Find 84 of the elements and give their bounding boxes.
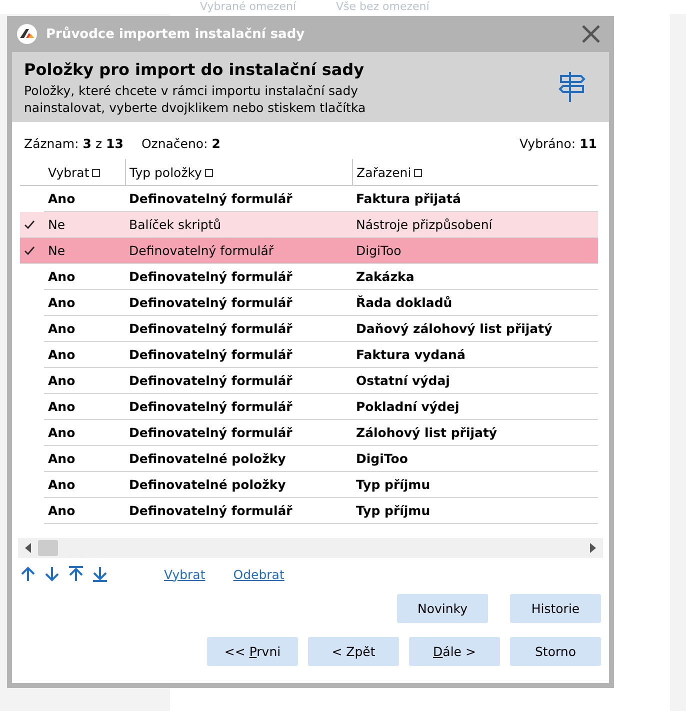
record-total: 13 [106,136,124,151]
table-cell: Definovatelný formulář [125,420,352,446]
table-cell: Daňový zálohový list přijatý [352,316,598,342]
background-label: Vybrané omezení [200,0,296,14]
table-cell: Ano [44,446,125,472]
table-cell: Nástroje přizpůsobení [352,212,598,238]
table-cell: Definovatelné položky [125,472,352,498]
action-link[interactable]: Odebrat [233,566,284,582]
record-label: Záznam: [24,136,79,151]
marked-label: Označeno: [141,136,208,151]
header-description: Položky, které chcete v rámci importu instalační sady [24,82,360,99]
close-icon[interactable] [581,24,601,44]
header-description: nainstalovat, vyberte dvojklikem nebo stiskem tlačítka [24,99,367,116]
table-cell: Typ příjmu [352,498,598,524]
column-header[interactable]: Vybrat [44,159,125,186]
table-cell: Ano [44,472,125,498]
table-row[interactable]: Ano Definovatelné položky Typ příjmu [20,472,598,498]
table-cell: Ostatní výdaj [352,368,598,394]
table-row[interactable]: Ne Definovatelný formulář DigiToo [20,238,598,264]
selected-label: Vybráno: [519,136,576,151]
table-cell: Definovatelný formulář [125,498,352,524]
table-cell: Faktura vydaná [352,342,598,368]
table-row[interactable]: Ano Definovatelné položky DigiToo [20,446,598,472]
table-cell: Ano [44,264,125,290]
table-cell: Definovatelný formulář [125,394,352,420]
wizard-button[interactable]: Storno [510,637,601,666]
record-of-label: z [95,136,102,151]
table-row[interactable]: Ano Definovatelný formulář Zálohový list přijatý [20,420,598,446]
arrow-to-top-icon[interactable] [68,566,84,582]
table-cell: Zakázka [352,264,598,290]
arrow-down-icon[interactable] [44,566,60,582]
table-cell: Balíček skriptů [125,212,352,238]
window-title: Průvodce importem instalační sady [46,26,306,42]
column-header[interactable]: Typ položky [125,159,352,186]
table-cell: DigiToo [352,446,598,472]
table-cell: Zálohový list přijatý [352,420,598,446]
dialog-button[interactable]: Historie [510,594,601,623]
app-logo-icon [16,23,38,45]
table-cell: Definovatelný formulář [125,238,352,264]
table-cell: Ano [44,394,125,420]
scroll-right-icon[interactable] [589,543,597,553]
scroll-left-icon[interactable] [24,543,32,553]
table-cell: Ano [44,316,125,342]
table-cell: Definovatelný formulář [125,316,352,342]
record-value: 3 [82,136,92,151]
table-cell: Ano [44,498,125,524]
wizard-button[interactable]: << Prvni [207,637,298,666]
table-cell: Ano [44,342,125,368]
table-row[interactable]: Ano Definovatelný formulář Daňový zálohový list přijatý [20,316,598,342]
arrow-up-icon[interactable] [20,566,36,582]
table-cell: Typ příjmu [352,472,598,498]
column-header[interactable]: Zařazeni [352,159,598,186]
wizard-button[interactable]: Dále > [409,637,500,666]
table-row[interactable]: Ano Definovatelný formulář Typ příjmu [20,498,598,524]
table-row[interactable]: Ano Definovatelný formulář Faktura vydaná [20,342,598,368]
table-row[interactable]: Ne Balíček skriptů Nástroje přizpůsobení [20,212,598,238]
table-row[interactable]: Ano Definovatelný formulář Pokladní výdej [20,394,598,420]
table-cell: Definovatelný formulář [125,290,352,316]
table-cell: Ano [44,290,125,316]
background-label: Vše bez omezení [336,0,430,14]
marked-count: 2 [212,136,220,151]
table-cell: Definovatelný formulář [125,342,352,368]
table-row[interactable]: Ano Definovatelný formulář Zakázka [20,264,598,290]
table-cell: DigiToo [352,238,598,264]
table-cell: Ne [44,212,125,238]
table-cell: Ano [44,420,125,446]
action-link[interactable]: Vybrat [164,566,206,582]
table-cell: Definovatelný formulář [125,264,352,290]
table-cell: Definovatelný formulář [125,368,352,394]
dialog-button[interactable]: Novinky [397,594,488,623]
table-cell: Ne [44,238,125,264]
table-row[interactable]: Ano Definovatelný formulář Ostatní výdaj [20,368,598,394]
selected-count: 11 [580,136,597,151]
table-row[interactable]: Ano Definovatelný formulář Řada dokladů [20,290,598,316]
wizard-button[interactable]: < Zpět [308,637,399,666]
horizontal-scrollbar[interactable] [18,538,603,558]
table-cell: Pokladní výdej [352,394,598,420]
table-cell: Definovatelné položky [125,446,352,472]
signpost-icon [557,70,587,104]
arrow-to-bottom-icon[interactable] [92,566,108,582]
table-cell: Ano [44,368,125,394]
header-title: Položky pro import do instalační sady [24,60,366,79]
scrollbar-thumb[interactable] [38,540,58,556]
table-cell: Řada dokladů [352,290,598,316]
